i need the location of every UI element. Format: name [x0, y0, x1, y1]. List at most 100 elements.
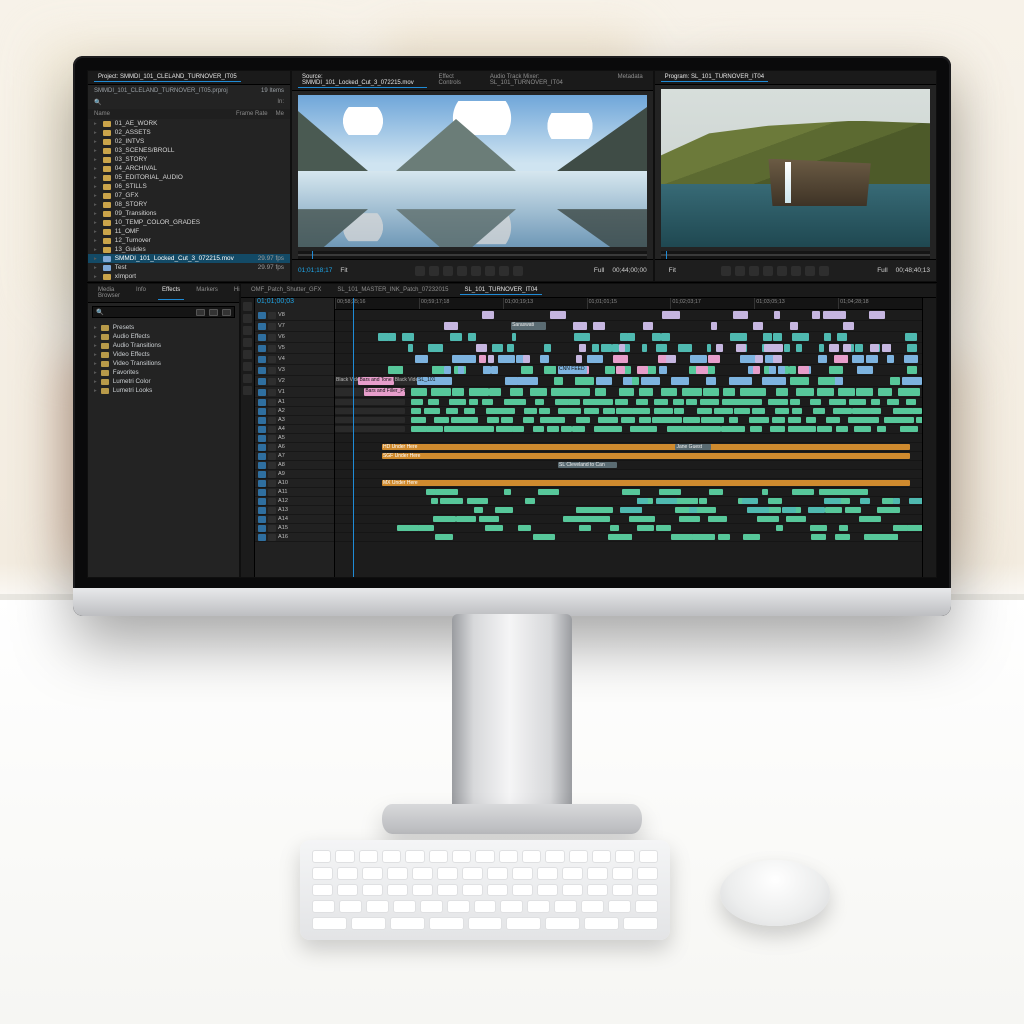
- bin-item[interactable]: ▸07_GFX: [88, 191, 290, 200]
- timeline-clip[interactable]: [784, 344, 790, 352]
- timeline-clip[interactable]: [411, 417, 426, 423]
- program-zoom[interactable]: Full: [877, 267, 887, 274]
- timeline-canvas[interactable]: 00;58;35;1600;59;17;1801;00;19;1301;01;0…: [335, 298, 922, 577]
- timeline-clip[interactable]: [428, 399, 439, 405]
- track-toggle[interactable]: [258, 525, 266, 532]
- track-toggle[interactable]: [258, 534, 266, 541]
- track-header[interactable]: V7: [255, 321, 334, 332]
- timeline-clip[interactable]: [716, 344, 723, 352]
- timeline-clip[interactable]: [826, 417, 840, 423]
- timeline-clip[interactable]: [799, 489, 813, 495]
- timeline-clip[interactable]: [540, 355, 550, 363]
- timeline-clip[interactable]: [862, 417, 878, 423]
- timeline-clip[interactable]: MX Under Here: [382, 480, 910, 486]
- timeline-clip[interactable]: [578, 388, 590, 396]
- timeline-clip[interactable]: [523, 355, 530, 363]
- timeline-clip[interactable]: [881, 534, 898, 540]
- timeline-clip[interactable]: [550, 311, 566, 319]
- timeline-clip[interactable]: [856, 388, 873, 396]
- timeline-clip[interactable]: [579, 344, 587, 352]
- track-toggle[interactable]: [258, 356, 266, 363]
- timeline-clip[interactable]: [616, 366, 624, 374]
- timeline-clip[interactable]: [656, 525, 671, 531]
- bin-item[interactable]: ▸xImport: [88, 272, 290, 281]
- timeline-clip[interactable]: [434, 417, 449, 423]
- timeline-clip[interactable]: [904, 355, 917, 363]
- timeline-clip[interactable]: [335, 408, 405, 414]
- source-zoom[interactable]: Full: [594, 267, 604, 274]
- bin-item[interactable]: ▸12_Turnover: [88, 236, 290, 245]
- timeline-clip[interactable]: [641, 377, 661, 385]
- effects-folder[interactable]: ▸Lumetri Looks: [94, 386, 233, 395]
- timeline-clip[interactable]: [458, 366, 464, 374]
- track-lock-icon[interactable]: [268, 323, 276, 330]
- timeline-clip[interactable]: [852, 408, 871, 414]
- timeline-clip[interactable]: [621, 417, 635, 423]
- effects-folder[interactable]: ▸Audio Transitions: [94, 341, 233, 350]
- track-toggle[interactable]: [258, 426, 266, 433]
- timeline-clip[interactable]: [869, 311, 884, 319]
- timeline-clip[interactable]: [661, 333, 670, 341]
- project-tab[interactable]: Project: SMMDI_101_CLELAND_TURNOVER_IT05: [94, 73, 241, 82]
- timeline-clip[interactable]: Black Video: [335, 377, 358, 385]
- timeline-clip[interactable]: [421, 525, 428, 531]
- play-button[interactable]: [457, 266, 467, 276]
- timeline-clip[interactable]: [667, 426, 687, 432]
- timeline-clip[interactable]: [749, 417, 769, 423]
- timeline-clip[interactable]: [776, 388, 788, 396]
- timeline-clip[interactable]: [671, 377, 689, 385]
- timeline-clip[interactable]: [563, 516, 581, 522]
- timeline-clip[interactable]: [729, 417, 738, 423]
- timeline-clip[interactable]: [700, 399, 719, 405]
- timeline-clip[interactable]: [656, 498, 668, 504]
- timeline-clip[interactable]: [632, 408, 650, 414]
- bin-item[interactable]: ▸SMMDI_101_Locked_Cut_3_072215.mov29.97 …: [88, 254, 290, 263]
- timeline-clip[interactable]: [507, 344, 514, 352]
- timeline-clip[interactable]: [452, 388, 464, 396]
- source-tab[interactable]: Source: SMMDI_101_Locked_Cut_3_072215.mo…: [298, 73, 427, 88]
- timeline-clip[interactable]: [637, 366, 648, 374]
- timeline-clip[interactable]: [708, 355, 720, 363]
- mark-out-button[interactable]: [429, 266, 439, 276]
- track-header[interactable]: V2: [255, 376, 334, 387]
- track-header[interactable]: V8: [255, 310, 334, 321]
- timeline-clip[interactable]: CNN FEED: [558, 366, 587, 374]
- timeline-clip[interactable]: [762, 377, 775, 385]
- timeline-clip[interactable]: [825, 507, 842, 513]
- timeline-clip[interactable]: [884, 344, 891, 352]
- slip-tool[interactable]: [243, 350, 252, 359]
- timeline-clip[interactable]: [469, 399, 479, 405]
- track-header[interactable]: A9: [255, 470, 334, 479]
- timeline-clip[interactable]: [757, 516, 779, 522]
- track-toggle[interactable]: [258, 489, 266, 496]
- track-header[interactable]: V3: [255, 365, 334, 376]
- col-name[interactable]: Name: [94, 111, 110, 117]
- timeline-clip[interactable]: [572, 426, 585, 432]
- timeline-clip[interactable]: [652, 333, 660, 341]
- track-header[interactable]: A6: [255, 443, 334, 452]
- bin-item[interactable]: ▸Test29.97 fps: [88, 263, 290, 272]
- mark-in-button[interactable]: [415, 266, 425, 276]
- fx-badge-yuv-icon[interactable]: [222, 309, 231, 316]
- timeline-clip[interactable]: [574, 333, 582, 341]
- timeline-clip[interactable]: [718, 534, 731, 540]
- export-frame-button[interactable]: [513, 266, 523, 276]
- track-header[interactable]: A11: [255, 488, 334, 497]
- timeline-clip[interactable]: [444, 322, 457, 330]
- timeline-clip[interactable]: [818, 355, 827, 363]
- timeline-clip[interactable]: SL Cleveland to Can: [558, 462, 617, 468]
- timeline-clip[interactable]: [598, 417, 618, 423]
- timeline-clip[interactable]: [335, 399, 405, 405]
- timeline-scrollbar[interactable]: [922, 298, 936, 577]
- timeline-clip[interactable]: [538, 489, 559, 495]
- timeline-clip[interactable]: [762, 489, 768, 495]
- timeline-clip[interactable]: [547, 426, 559, 432]
- timeline-clip[interactable]: [498, 355, 515, 363]
- timeline-clip[interactable]: [843, 344, 851, 352]
- track-header[interactable]: V6: [255, 332, 334, 343]
- timeline-clip[interactable]: [576, 417, 591, 423]
- timeline-clip[interactable]: [679, 516, 700, 522]
- timeline-clip[interactable]: [778, 366, 785, 374]
- bin-item[interactable]: ▸06_STILLS: [88, 182, 290, 191]
- timeline-clip[interactable]: [836, 426, 848, 432]
